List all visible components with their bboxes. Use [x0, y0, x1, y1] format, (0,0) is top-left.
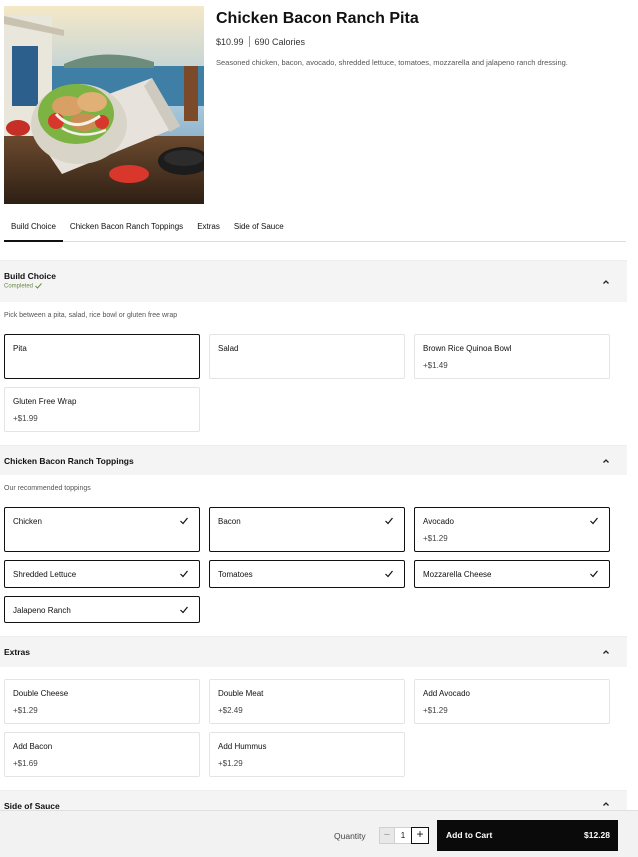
product-description: Seasoned chicken, bacon, avocado, shredd…	[216, 58, 568, 67]
extra-add-bacon[interactable]: Add Bacon +$1.69	[4, 732, 200, 777]
check-icon	[384, 516, 394, 526]
tab-extras[interactable]: Extras	[190, 214, 227, 242]
extra-name: Add Hummus	[218, 742, 267, 751]
quantity-value[interactable]: 1	[395, 827, 411, 844]
topping-tomatoes[interactable]: Tomatoes	[209, 560, 405, 588]
option-brown-rice-quinoa-bowl[interactable]: Brown Rice Quinoa Bowl +$1.49	[414, 334, 610, 379]
product-meta: $10.99 690 Calories	[216, 36, 305, 47]
product-price: $10.99	[216, 36, 244, 47]
topping-name: Chicken	[13, 517, 42, 526]
option-price: +$1.99	[13, 414, 38, 423]
topping-avocado[interactable]: Avocado +$1.29	[414, 507, 610, 552]
completed-check-icon	[34, 283, 42, 289]
chevron-up-icon[interactable]	[601, 277, 611, 287]
extra-name: Add Bacon	[13, 742, 53, 751]
topping-jalapeno-ranch[interactable]: Jalapeno Ranch	[4, 596, 200, 623]
cart-footer: Quantity − 1 + Add to Cart $12.28	[0, 810, 638, 857]
option-name: Brown Rice Quinoa Bowl	[423, 344, 512, 353]
build-choice-header[interactable]: Build Choice Completed	[0, 260, 627, 302]
extra-price: +$1.29	[218, 759, 243, 768]
topping-name: Shredded Lettuce	[13, 570, 77, 579]
extra-name: Double Cheese	[13, 689, 69, 698]
extras-title: Extras	[4, 647, 30, 657]
extra-add-hummus[interactable]: Add Hummus +$1.29	[209, 732, 405, 777]
product-image	[4, 6, 204, 204]
option-name: Pita	[13, 344, 27, 353]
extra-price: +$1.69	[13, 759, 38, 768]
topping-name: Avocado	[423, 517, 454, 526]
chevron-up-icon[interactable]	[601, 799, 611, 809]
extra-price: +$1.29	[13, 706, 38, 715]
option-name: Salad	[218, 344, 239, 353]
option-gluten-free-wrap[interactable]: Gluten Free Wrap +$1.99	[4, 387, 200, 432]
option-price: +$1.49	[423, 361, 448, 370]
increase-quantity-button[interactable]: +	[411, 827, 429, 844]
tab-side-of-sauce[interactable]: Side of Sauce	[227, 214, 291, 242]
topping-mozzarella-cheese[interactable]: Mozzarella Cheese	[414, 560, 610, 588]
quantity-label: Quantity	[334, 831, 366, 841]
topping-bacon[interactable]: Bacon	[209, 507, 405, 552]
add-to-cart-label: Add to Cart	[446, 830, 493, 840]
add-to-cart-button[interactable]: Add to Cart $12.28	[437, 820, 618, 851]
section-tabs: Build Choice Chicken Bacon Ranch Topping…	[4, 214, 626, 242]
extra-add-avocado[interactable]: Add Avocado +$1.29	[414, 679, 610, 724]
extra-price: +$1.29	[423, 706, 448, 715]
topping-name: Tomatoes	[218, 570, 253, 579]
topping-price: +$1.29	[423, 534, 448, 543]
chevron-up-icon[interactable]	[601, 456, 611, 466]
side-of-sauce-header[interactable]: Side of Sauce	[0, 790, 627, 811]
option-name: Gluten Free Wrap	[13, 397, 77, 406]
meta-divider	[248, 36, 250, 47]
build-choice-title: Build Choice	[4, 271, 56, 281]
extra-name: Double Meat	[218, 689, 264, 698]
topping-shredded-lettuce[interactable]: Shredded Lettuce	[4, 560, 200, 588]
extra-price: +$2.49	[218, 706, 243, 715]
check-icon	[179, 569, 189, 579]
product-title: Chicken Bacon Ranch Pita	[216, 10, 419, 27]
chevron-up-icon[interactable]	[601, 647, 611, 657]
topping-chicken[interactable]: Chicken	[4, 507, 200, 552]
build-choice-subtext: Pick between a pita, salad, rice bowl or…	[4, 312, 178, 319]
extras-header[interactable]: Extras	[0, 636, 627, 667]
option-pita[interactable]: Pita	[4, 334, 200, 379]
completed-status: Completed	[4, 283, 42, 290]
tab-toppings[interactable]: Chicken Bacon Ranch Toppings	[63, 214, 190, 242]
topping-name: Mozzarella Cheese	[423, 570, 492, 579]
check-icon	[179, 605, 189, 615]
toppings-header[interactable]: Chicken Bacon Ranch Toppings	[0, 445, 627, 475]
extra-double-cheese[interactable]: Double Cheese +$1.29	[4, 679, 200, 724]
extra-double-meat[interactable]: Double Meat +$2.49	[209, 679, 405, 724]
product-calories: 690 Calories	[254, 36, 306, 47]
option-salad[interactable]: Salad	[209, 334, 405, 379]
extra-name: Add Avocado	[423, 689, 471, 698]
tab-build-choice[interactable]: Build Choice	[4, 214, 63, 242]
decrease-quantity-button[interactable]: −	[379, 827, 395, 844]
cart-total: $12.28	[584, 830, 610, 840]
check-icon	[179, 516, 189, 526]
topping-name: Bacon	[218, 517, 241, 526]
toppings-title: Chicken Bacon Ranch Toppings	[4, 456, 134, 466]
check-icon	[384, 569, 394, 579]
topping-name: Jalapeno Ranch	[13, 606, 71, 615]
check-icon	[589, 516, 599, 526]
check-icon	[589, 569, 599, 579]
toppings-subtext: Our recommended toppings	[4, 485, 91, 492]
